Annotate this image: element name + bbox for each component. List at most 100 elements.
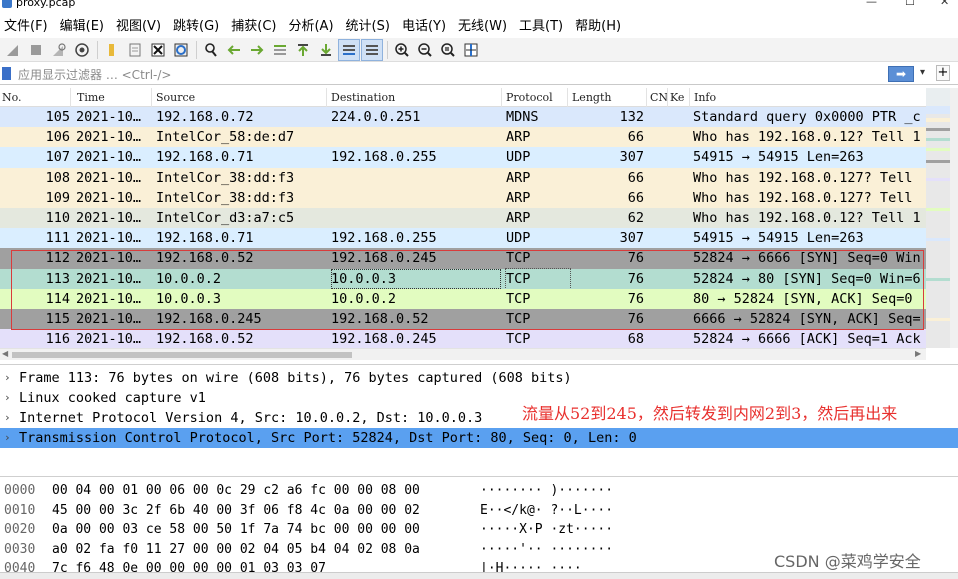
menu-item[interactable]: 工具(T) <box>515 15 571 34</box>
reload-file-icon[interactable] <box>170 39 192 61</box>
packet-length: 76 <box>627 290 644 307</box>
filter-history-dropdown-icon[interactable]: ▾ <box>920 67 925 78</box>
display-filter-input[interactable]: 应用显示过滤器 … <Ctrl-/> <box>18 66 171 83</box>
detail-row-tcp[interactable]: › Transmission Control Protocol, Src Port… <box>0 428 958 448</box>
menu-item[interactable]: 分析(A) <box>284 15 341 34</box>
scroll-right-icon[interactable]: ▶ <box>915 349 921 358</box>
packet-no: 110 <box>45 209 70 226</box>
scroll-left-icon[interactable]: ◀ <box>2 349 8 358</box>
packet-length: 132 <box>619 109 644 125</box>
zoom-normal-icon[interactable] <box>437 39 459 61</box>
menu-item[interactable]: 视图(V) <box>112 15 169 34</box>
packet-row[interactable]: 116 2021-10… 192.168.0.52 192.168.0.245 TCP 6… <box>0 329 926 348</box>
packet-row[interactable]: 106 2021-10… IntelCor_58:de:d7 ARP 66 Who has… <box>0 127 926 148</box>
restart-capture-icon[interactable] <box>48 39 70 61</box>
column-header-time[interactable]: Time <box>77 91 105 104</box>
menu-item[interactable]: 编辑(E) <box>56 15 112 34</box>
add-filter-button[interactable]: + <box>936 65 950 81</box>
packet-row[interactable]: 111 2021-10… 192.168.0.71 192.168.0.255 UDP 3… <box>0 228 926 249</box>
maximize-icon[interactable]: ☐ <box>905 0 915 8</box>
column-header-ke[interactable]: Ke <box>670 91 684 104</box>
packet-row[interactable]: 108 2021-10… IntelCor_38:dd:f3 ARP 66 Who has… <box>0 167 926 188</box>
packet-no: 115 <box>45 310 70 327</box>
packet-row[interactable]: 110 2021-10… IntelCor_d3:a7:c5 ARP 62 Who has… <box>0 207 926 229</box>
bytes-ascii: ········ )······· <box>480 483 614 498</box>
packet-no: 107 <box>45 149 70 166</box>
first-packet-icon[interactable] <box>292 39 314 61</box>
last-packet-icon[interactable] <box>315 39 337 61</box>
packet-length: 66 <box>627 189 644 206</box>
packet-source: IntelCor_d3:a7:c5 <box>156 209 295 226</box>
packet-time: 2021-10… <box>76 129 142 146</box>
packet-row[interactable]: 105 2021-10… 192.168.0.72 224.0.0.251 MDNS 13… <box>0 107 926 128</box>
menu-item[interactable]: 电话(Y) <box>398 15 454 34</box>
menu-item[interactable]: 捕获(C) <box>227 15 284 34</box>
bytes-row[interactable]: 0010 45 00 00 3c 2f 6b 40 00 3f 06 f8 4c … <box>0 501 958 520</box>
colorize-icon[interactable] <box>361 38 383 61</box>
column-header-cn[interactable]: CN <box>650 91 668 104</box>
zoom-out-icon[interactable] <box>414 39 436 61</box>
packet-destination: 192.168.0.255 <box>331 230 437 247</box>
packet-row[interactable]: 114 2021-10… 10.0.0.3 10.0.0.2 TCP 76 80 → 528… <box>0 288 926 309</box>
apply-filter-button[interactable]: ➡ <box>888 66 914 82</box>
packet-no: 109 <box>45 189 70 206</box>
column-header-protocol[interactable]: Protocol <box>506 91 553 104</box>
menu-item[interactable]: 帮助(H) <box>571 15 629 34</box>
shark-fin-start-icon[interactable] <box>2 39 24 61</box>
close-icon[interactable]: ✕ <box>940 0 949 8</box>
bytes-hex: 45 00 00 3c 2f 6b 40 00 3f 06 f8 4c 0a 0… <box>52 502 420 518</box>
menu-item[interactable]: 无线(W) <box>454 15 515 34</box>
packet-row[interactable]: 109 2021-10… IntelCor_38:dd:f3 ARP 66 Who has… <box>0 187 926 208</box>
expand-chevron-icon[interactable]: › <box>4 428 11 448</box>
packet-time: 2021-10… <box>76 149 142 166</box>
packet-protocol: UDP <box>506 230 531 247</box>
packet-row[interactable]: 112 2021-10… 192.168.0.52 192.168.0.245 TCP 7… <box>0 248 926 269</box>
packet-protocol: TCP <box>505 267 571 290</box>
save-file-icon[interactable] <box>124 39 146 61</box>
close-file-icon[interactable] <box>147 39 169 61</box>
column-header-destination[interactable]: Destination <box>331 91 395 104</box>
detail-row-frame[interactable]: › Frame 113: 76 bytes on wire (608 bits),… <box>0 368 958 388</box>
packet-no: 113 <box>45 270 70 287</box>
packet-time: 2021-10… <box>76 250 142 267</box>
open-file-icon[interactable] <box>101 39 123 61</box>
packet-row[interactable]: 113 2021-10… 10.0.0.2 10.0.0.3 TCP 76 52824 → … <box>0 267 926 290</box>
go-forward-icon[interactable] <box>246 39 268 61</box>
menu-item[interactable]: 统计(S) <box>342 15 398 34</box>
menu-item[interactable]: 跳转(G) <box>169 15 227 34</box>
resize-columns-icon[interactable] <box>460 39 482 61</box>
find-packet-icon[interactable] <box>200 39 222 61</box>
bytes-hex: a0 02 fa f0 11 27 00 00 02 04 05 b4 04 0… <box>52 541 420 557</box>
zoom-in-icon[interactable] <box>391 39 413 61</box>
go-to-packet-icon[interactable] <box>269 39 291 61</box>
minimize-icon[interactable]: — <box>866 0 877 8</box>
packet-row[interactable]: 107 2021-10… 192.168.0.71 192.168.0.255 UDP 3… <box>0 147 926 168</box>
expand-chevron-icon[interactable]: › <box>4 388 11 408</box>
packet-row[interactable]: 115 2021-10… 192.168.0.245 192.168.0.52 TCP 7… <box>0 308 926 330</box>
packet-list-horizontal-scrollbar[interactable]: ◀ ▶ <box>0 348 926 360</box>
packet-no: 108 <box>45 169 70 186</box>
go-back-icon[interactable] <box>223 39 245 61</box>
expand-chevron-icon[interactable]: › <box>4 408 11 428</box>
column-header-info[interactable]: Info <box>694 91 716 104</box>
scrollbar-thumb[interactable] <box>12 352 352 358</box>
capture-options-icon[interactable] <box>71 39 93 61</box>
column-header-length[interactable]: Length <box>572 91 611 104</box>
packet-info: 54915 → 54915 Len=263 <box>693 149 864 166</box>
bytes-row[interactable]: 0020 0a 00 00 03 ce 58 00 50 1f 7a 74 bc … <box>0 520 958 539</box>
menu-bar: 文件(F) 编辑(E) 视图(V) 跳转(G) 捕获(C) 分析(A) 统计(S) 电话(Y)… <box>0 10 958 38</box>
packet-length: 307 <box>619 230 644 247</box>
bytes-row[interactable]: 0000 00 04 00 01 00 06 00 0c 29 c2 a6 fc … <box>0 481 958 500</box>
packet-protocol: MDNS <box>506 109 539 125</box>
packet-list-vertical-scrollbar[interactable] <box>950 88 958 348</box>
column-header-no[interactable]: No. <box>2 91 22 104</box>
autoscroll-icon[interactable] <box>338 38 360 61</box>
packet-time: 2021-10… <box>76 189 142 206</box>
packet-protocol: TCP <box>506 310 531 327</box>
column-header-source[interactable]: Source <box>156 91 195 104</box>
menu-item[interactable]: 文件(F) <box>0 15 56 34</box>
bookmark-icon[interactable] <box>2 67 11 80</box>
expand-chevron-icon[interactable]: › <box>4 368 11 388</box>
packet-info: Who has 192.168.0.12? Tell 1 <box>693 129 921 146</box>
stop-capture-icon[interactable] <box>25 39 47 61</box>
